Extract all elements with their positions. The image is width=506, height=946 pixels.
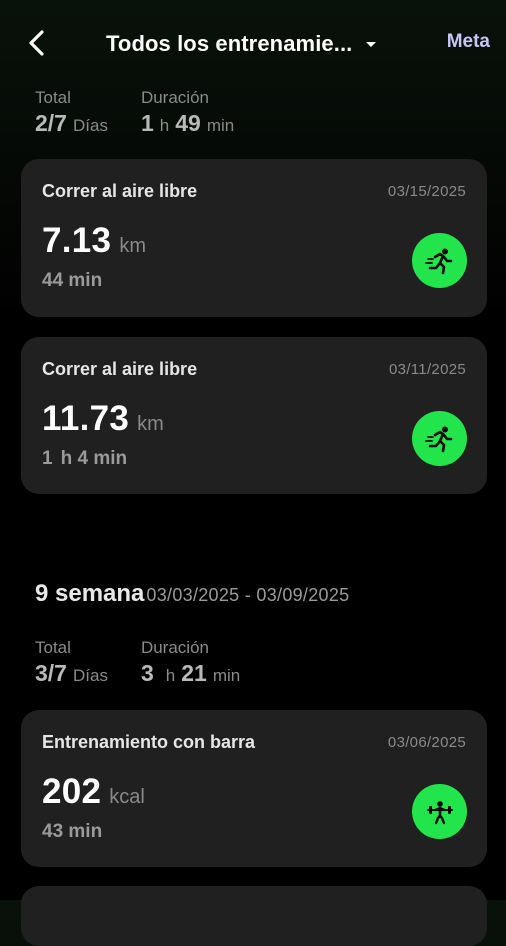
chevron-left-icon: [29, 30, 44, 56]
workout-card[interactable]: Correr al aire libre 03/11/2025 11.73 km…: [21, 337, 487, 494]
calories-value: 202: [42, 772, 102, 811]
calories-unit: kcal: [109, 786, 145, 808]
total-days-stat: Total 3/7 Días: [35, 638, 108, 691]
duration-label: Duración: [140, 88, 209, 107]
duration-minutes: 4: [77, 448, 89, 469]
distance-value: 7.13: [42, 221, 112, 260]
workout-filter-dropdown[interactable]: Todos los entrenamie...: [106, 30, 377, 58]
distance-unit: km: [119, 235, 146, 257]
workout-duration: 1h 4 min: [42, 448, 127, 470]
workout-title: Correr al aire libre: [42, 359, 198, 379]
workout-metric: 11.73 km: [42, 399, 164, 439]
workout-card[interactable]: [21, 886, 487, 946]
week-summary: Total 3/7 Días Duración 3 h 21 min: [35, 638, 240, 691]
total-value: 2/7 Días: [35, 108, 108, 141]
workout-date: 03/06/2025: [387, 734, 466, 751]
workout-duration: 44 min: [42, 270, 103, 291]
week-title: 9 semana: [35, 580, 145, 607]
workout-card[interactable]: Correr al aire libre 03/15/2025 7.13 km …: [21, 159, 487, 317]
minutes-unit: min: [212, 666, 241, 685]
total-label: Total: [35, 88, 71, 107]
total-days-count: 2/7: [35, 110, 67, 136]
running-icon: [412, 233, 467, 288]
distance-value: 11.73: [42, 399, 130, 438]
goal-button[interactable]: Meta: [447, 31, 490, 53]
barbell-icon: [412, 784, 467, 839]
duration-hours: 1: [42, 448, 53, 469]
workout-title: Entrenamiento con barra: [42, 732, 256, 752]
workout-card[interactable]: Entrenamiento con barra 03/06/2025 202 k…: [21, 710, 487, 867]
minutes-unit: min: [93, 448, 128, 469]
duration-stat: Duración 3 h 21 min: [141, 638, 240, 691]
duration-minutes: 49: [175, 110, 201, 136]
days-unit: Días: [72, 666, 108, 685]
top-bar: Todos los entrenamie... Meta: [0, 0, 506, 86]
total-days-stat: Total 2/7 Días: [35, 88, 108, 141]
running-icon: [412, 411, 467, 466]
duration-value: 3 h 21 min: [141, 658, 240, 691]
duration-value: 1 h 49 min: [141, 108, 234, 141]
workout-date: 03/15/2025: [387, 183, 466, 200]
distance-unit: km: [137, 413, 164, 435]
total-days-count: 3/7: [35, 660, 67, 686]
workout-title: Correr al aire libre: [42, 181, 198, 201]
back-button[interactable]: [22, 26, 52, 60]
total-value: 3/7 Días: [35, 658, 108, 691]
workout-metric: 202 kcal: [42, 772, 145, 812]
duration-hours: 3: [140, 660, 154, 686]
duration-hours: 1: [140, 110, 154, 136]
duration-label: Duración: [140, 638, 209, 657]
workout-metric: 7.13 km: [42, 221, 146, 261]
hours-unit: h: [165, 666, 176, 685]
workout-duration: 43 min: [42, 821, 103, 842]
hours-unit: h: [159, 116, 170, 135]
hours-unit: h: [60, 448, 73, 469]
total-label: Total: [35, 638, 71, 657]
days-unit: Días: [72, 116, 108, 135]
duration-minutes: 21: [181, 660, 207, 686]
period-summary: Total 2/7 Días Duración 1 h 49 min: [35, 88, 234, 141]
week-date-range: 03/03/2025 - 03/09/2025: [146, 585, 350, 605]
week-header: 9 semana 03/03/2025 - 03/09/2025: [35, 580, 349, 608]
page-title: Todos los entrenamie...: [106, 31, 353, 56]
caret-down-icon: [366, 41, 377, 47]
duration-stat: Duración 1 h 49 min: [141, 88, 234, 141]
minutes-unit: min: [206, 116, 235, 135]
workout-date: 03/11/2025: [389, 361, 466, 378]
